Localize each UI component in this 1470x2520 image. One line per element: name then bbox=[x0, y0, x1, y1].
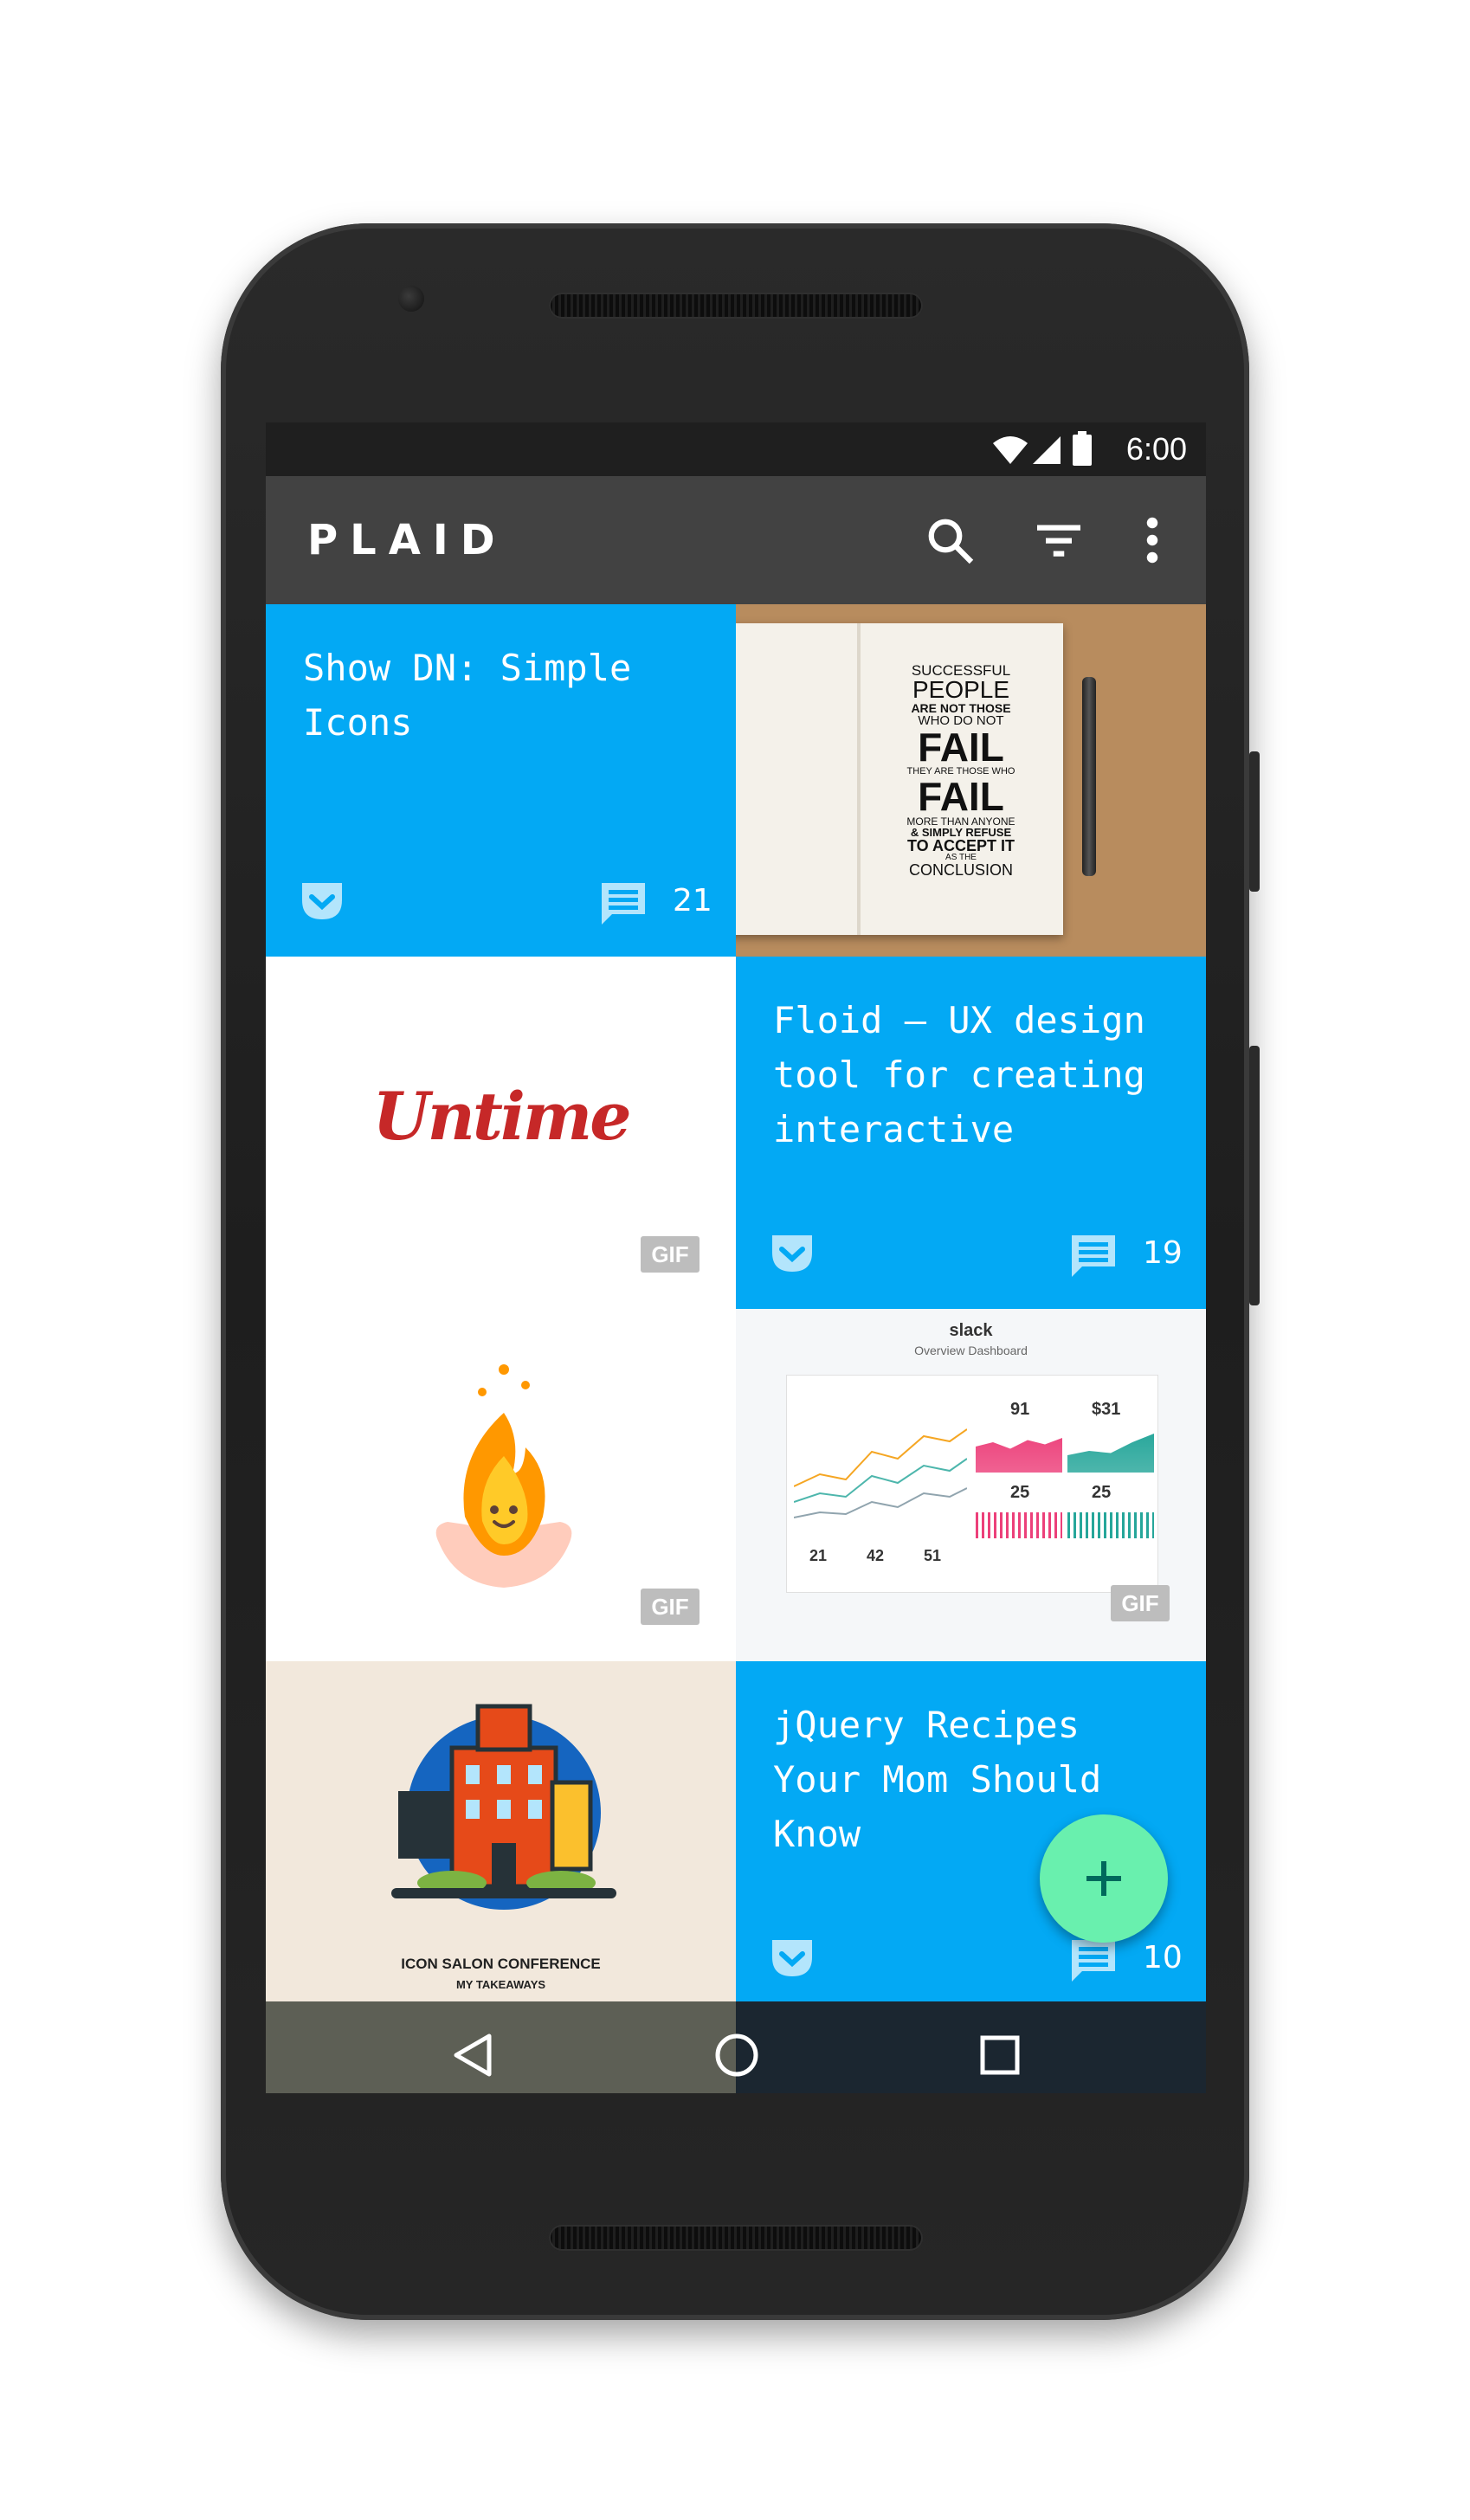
front-camera bbox=[398, 286, 424, 312]
teal-bars bbox=[1067, 1512, 1154, 1538]
line-chart bbox=[794, 1428, 967, 1518]
comment-count: 21 bbox=[673, 883, 712, 918]
filter-icon[interactable] bbox=[1033, 514, 1085, 566]
stat-51: 51 bbox=[924, 1547, 942, 1564]
story-title: Floid – UX design tool for creating inte… bbox=[773, 999, 1145, 1150]
pen-image bbox=[1082, 677, 1096, 876]
shot-card[interactable]: ICON SALON CONFERENCE MY TAKEAWAYS bbox=[266, 1661, 736, 2014]
add-fab[interactable] bbox=[1040, 1814, 1168, 1943]
more-vert-icon[interactable] bbox=[1126, 514, 1178, 566]
building-illustration bbox=[391, 1704, 616, 1910]
stat-21: 21 bbox=[809, 1547, 828, 1564]
shot-card[interactable]: GIF bbox=[266, 1309, 736, 1661]
top-speaker bbox=[549, 293, 923, 319]
power-button bbox=[1249, 1046, 1260, 1305]
gif-badge: GIF bbox=[1111, 1585, 1170, 1621]
comment-count: 10 bbox=[1143, 1940, 1183, 1975]
stat-25-a: 25 bbox=[1010, 1483, 1030, 1502]
untime-logo: Untime bbox=[372, 1078, 631, 1155]
story-title: Show DN: Simple Icons bbox=[303, 647, 632, 744]
shot-card[interactable]: SUCCESSFUL PEOPLE ARE NOT THOSE WHO DO N… bbox=[736, 604, 1206, 957]
dashboard-panel: 91 $31 25 25 21 42 51 bbox=[786, 1375, 1158, 1593]
comment-icon bbox=[1072, 1235, 1115, 1277]
add-icon bbox=[1086, 1861, 1121, 1896]
pocket-icon[interactable] bbox=[299, 880, 345, 923]
flame-illustration bbox=[435, 1364, 572, 1588]
back-icon[interactable] bbox=[446, 2027, 501, 2083]
status-time: 6:00 bbox=[1125, 431, 1187, 467]
stat-91: 91 bbox=[1010, 1400, 1030, 1419]
screen: 6:00 PLAID Show DN: Simple Icons 21 SUCC… bbox=[266, 422, 1206, 2093]
conference-caption: ICON SALON CONFERENCE bbox=[401, 1956, 601, 1972]
dashboard-subtitle: Overview Dashboard bbox=[914, 1344, 1028, 1357]
battery-icon bbox=[1073, 431, 1092, 466]
teal-area bbox=[1067, 1434, 1154, 1473]
pink-area bbox=[976, 1438, 1062, 1473]
stat-31: $31 bbox=[1092, 1400, 1121, 1419]
slack-logo: slack bbox=[949, 1321, 993, 1340]
signal-icon bbox=[1033, 436, 1061, 464]
notebook-fold bbox=[857, 623, 861, 935]
gif-badge: GIF bbox=[641, 1589, 700, 1625]
bottom-speaker bbox=[549, 2225, 923, 2251]
shot-card[interactable]: Untime GIF bbox=[266, 957, 736, 1309]
nav-bar-right bbox=[736, 2001, 1206, 2093]
story-card[interactable]: Show DN: Simple Icons 21 bbox=[266, 604, 736, 957]
comment-icon bbox=[1072, 1940, 1115, 1982]
pocket-icon[interactable] bbox=[769, 1232, 816, 1275]
volume-button bbox=[1249, 751, 1260, 892]
pink-bars bbox=[976, 1512, 1062, 1538]
comment-icon bbox=[602, 883, 645, 925]
conference-subcaption: MY TAKEAWAYS bbox=[455, 1978, 546, 1991]
comment-count: 19 bbox=[1143, 1235, 1183, 1271]
shot-card[interactable]: slack Overview Dashboard 91 $31 25 25 21… bbox=[736, 1309, 1206, 1661]
home-icon[interactable] bbox=[709, 2027, 764, 2083]
wifi-icon bbox=[993, 436, 1028, 464]
navigation-bar bbox=[266, 2001, 1206, 2093]
search-icon[interactable] bbox=[924, 514, 976, 566]
gif-badge: GIF bbox=[641, 1236, 700, 1273]
stat-25-b: 25 bbox=[1092, 1483, 1112, 1502]
stat-42: 42 bbox=[867, 1547, 885, 1564]
notebook-image: SUCCESSFUL PEOPLE ARE NOT THOSE WHO DO N… bbox=[736, 623, 1063, 935]
recents-icon[interactable] bbox=[972, 2027, 1028, 2083]
status-bar: 6:00 bbox=[266, 422, 1206, 476]
pocket-icon[interactable] bbox=[769, 1937, 816, 1980]
story-card[interactable]: Floid – UX design tool for creating inte… bbox=[736, 957, 1206, 1309]
app-bar: PLAID bbox=[266, 476, 1206, 604]
app-title: PLAID bbox=[307, 516, 507, 564]
quote-text: SUCCESSFUL PEOPLE ARE NOT THOSE WHO DO N… bbox=[906, 662, 1015, 879]
